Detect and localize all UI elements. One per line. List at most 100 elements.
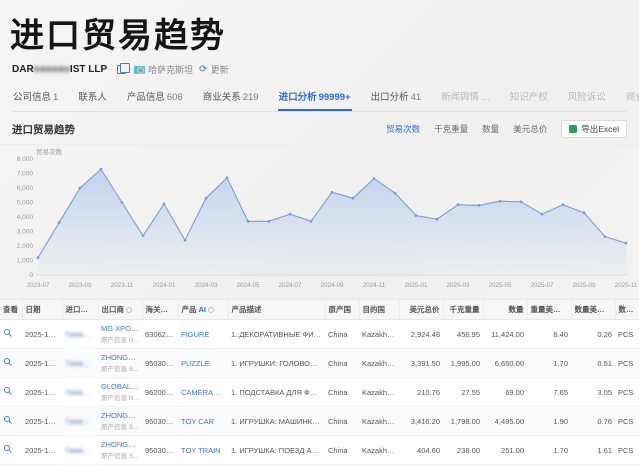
company-name: DAR●●●●●●IST LLP <box>12 64 107 75</box>
product-link[interactable]: CAMERA STAND <box>178 378 228 407</box>
tab-8[interactable]: 风险诉讼 <box>567 85 607 111</box>
view-cell[interactable] <box>0 349 22 378</box>
svg-text:0: 0 <box>29 272 33 279</box>
metric-toggle-0[interactable]: 贸易次数 <box>386 123 420 135</box>
description-cell: 1. ИГРУШКА: ПОЕЗД АРТ.3080-1 ВКЛЮЧАЯ РЕЛ… <box>228 436 325 465</box>
usd-total-cell: 210.76 <box>399 378 443 407</box>
product-link[interactable]: TOY CAR <box>178 407 228 436</box>
kazakhstan-flag-icon <box>134 66 145 74</box>
tab-6[interactable]: 新闻舆情 ... <box>440 85 491 111</box>
col-usd-per-unit[interactable]: 数量美元单价 <box>571 300 615 320</box>
importer-link[interactable]: T●●●●●A... <box>62 407 98 436</box>
exporter-cell[interactable]: ZHONGDA...原产信息 S... <box>98 349 142 378</box>
svg-text:2025-09: 2025-09 <box>572 282 596 289</box>
col-date[interactable]: 日期 <box>22 300 62 320</box>
svg-text:6,000: 6,000 <box>17 185 34 192</box>
tab-4[interactable]: 进口分析99999+ <box>278 85 352 111</box>
view-cell[interactable] <box>0 407 22 436</box>
quantity-cell: 69.00 <box>483 378 527 407</box>
exporter-link[interactable]: ZHONGDA... <box>101 440 142 449</box>
svg-text:贸易次数: 贸易次数 <box>36 147 63 156</box>
svg-text:2024-07: 2024-07 <box>278 282 302 289</box>
usd-per-unit-cell: 1.61 <box>571 436 615 465</box>
product-link[interactable]: FIGURE <box>178 320 228 349</box>
metric-toggle-1[interactable]: 千克重量 <box>434 123 468 135</box>
usd-total-cell: 3,416.20 <box>399 407 443 436</box>
origin-cell: China <box>325 407 359 436</box>
company-name-prefix: DAR <box>12 64 34 75</box>
col-importer[interactable]: 进口商 <box>62 300 98 320</box>
exporter-link[interactable]: ZHONGDA... <box>101 353 142 362</box>
view-cell[interactable] <box>0 378 22 407</box>
company-row: DAR●●●●●●IST LLP 哈萨克斯坦 ⟳ 更新 <box>12 63 639 76</box>
svg-text:2025-01: 2025-01 <box>404 282 428 289</box>
description-cell: 1.:ДЕКОРАТИВНЫЕ ФИГУРЫ ДЛЯ ЖИЛЫХ ПОМЕ... <box>228 320 325 349</box>
importer-link[interactable]: T●●●●●A... <box>62 349 98 378</box>
exporter-subinfo: 原产信息 N... <box>101 392 139 402</box>
svg-text:3,000: 3,000 <box>17 229 34 236</box>
product-link[interactable]: PUZZLE <box>178 349 228 378</box>
hs-code-cell[interactable]: 6306290... <box>142 320 178 349</box>
unit-cell: PCS <box>615 378 639 407</box>
usd-total-cell: 404.60 <box>399 436 443 465</box>
product-link[interactable]: TOY TRAIN <box>178 436 228 465</box>
exporter-cell[interactable]: MG XPORT...原产信息 N... <box>98 320 142 349</box>
hs-code-cell[interactable]: 9620000... <box>142 378 178 407</box>
importer-link[interactable]: T●●●●●A... <box>62 436 98 465</box>
hs-code-cell[interactable]: 9503001... <box>142 436 178 465</box>
table-row: 2025-12-20 T●●●●●A... ZHONGDA...原产信息 S..… <box>0 349 639 378</box>
company-country-label: 哈萨克斯坦 <box>148 63 193 76</box>
col-destination[interactable]: 目的国 <box>359 300 399 320</box>
tab-3[interactable]: 商业关系219 <box>202 85 260 111</box>
quantity-cell: 4,495.00 <box>483 407 527 436</box>
col-product[interactable]: 产品AI <box>178 300 228 320</box>
col-origin[interactable]: 原产国 <box>325 300 359 320</box>
copy-icon[interactable] <box>117 65 126 74</box>
col-view: 查看 <box>0 300 22 320</box>
hs-code-cell[interactable]: 9503006... <box>142 349 178 378</box>
svg-text:2023-09: 2023-09 <box>68 282 92 289</box>
refresh-button[interactable]: ⟳ 更新 <box>199 63 228 76</box>
col-description[interactable]: 产品描述 <box>228 300 325 320</box>
exporter-link[interactable]: GLOBAL TR... <box>101 382 142 391</box>
col-usd-per-kg[interactable]: 重量美元单价 <box>527 300 571 320</box>
col-exporter[interactable]: 出口商 <box>98 300 142 320</box>
destination-cell: Kazakhst... <box>359 436 399 465</box>
hs-code-cell[interactable]: 9503007... <box>142 407 178 436</box>
col-hs-code[interactable]: 海关编码 <box>142 300 178 320</box>
exporter-link[interactable]: ZHONGDA... <box>101 411 142 420</box>
exporter-cell[interactable]: GLOBAL TR...原产信息 N... <box>98 378 142 407</box>
tab-9[interactable]: 商业信息 <box>625 85 639 111</box>
tab-1[interactable]: 联系人 <box>77 85 108 111</box>
tab-2[interactable]: 产品信息606 <box>126 85 184 111</box>
tab-bar: 公司信息1 联系人产品信息606 商业关系219 进口分析99999+ 出口分析41 新闻… <box>12 85 627 112</box>
usd-per-kg-cell: 1.90 <box>527 407 571 436</box>
tab-5[interactable]: 出口分析41 <box>370 85 423 111</box>
svg-text:4,000: 4,000 <box>17 214 34 221</box>
importer-link[interactable]: T●●●●●A... <box>62 320 98 349</box>
metric-toggle-2[interactable]: 数量 <box>482 123 499 135</box>
svg-text:2023-11: 2023-11 <box>111 282 134 289</box>
svg-text:2024-09: 2024-09 <box>320 282 344 289</box>
exporter-link[interactable]: MG XPORT... <box>101 324 142 333</box>
col-usd-total[interactable]: 美元总价 <box>399 300 443 320</box>
table-row: 2025-12-20 T●●●●●A... GLOBAL TR...原产信息 N… <box>0 378 639 407</box>
exporter-cell[interactable]: ZHONGDA...原产信息 S... <box>98 436 142 465</box>
date-cell: 2025-12-20 <box>22 320 62 349</box>
exporter-cell[interactable]: ZHONGDA...原产信息 S... <box>98 407 142 436</box>
magnifier-icon <box>3 328 13 338</box>
chart-section-title: 进口贸易趋势 <box>12 122 75 137</box>
tab-0[interactable]: 公司信息1 <box>12 85 59 111</box>
view-cell[interactable] <box>0 320 22 349</box>
col-quantity[interactable]: 数量 <box>483 300 527 320</box>
importer-link[interactable]: T●●●●●A... <box>62 378 98 407</box>
trade-trend-chart[interactable]: 01,0002,0003,0004,0005,0006,0007,0008,00… <box>0 145 639 297</box>
origin-cell: China <box>325 436 359 465</box>
tab-7[interactable]: 知识产权 <box>509 85 549 111</box>
col-unit[interactable]: 数量单位 <box>615 300 639 320</box>
export-excel-button[interactable]: 导出Excel <box>561 120 627 138</box>
view-cell[interactable] <box>0 436 22 465</box>
col-kg-weight[interactable]: 千克重量 <box>443 300 483 320</box>
company-country: 哈萨克斯坦 <box>134 63 193 76</box>
metric-toggle-3[interactable]: 美元总价 <box>513 123 547 135</box>
